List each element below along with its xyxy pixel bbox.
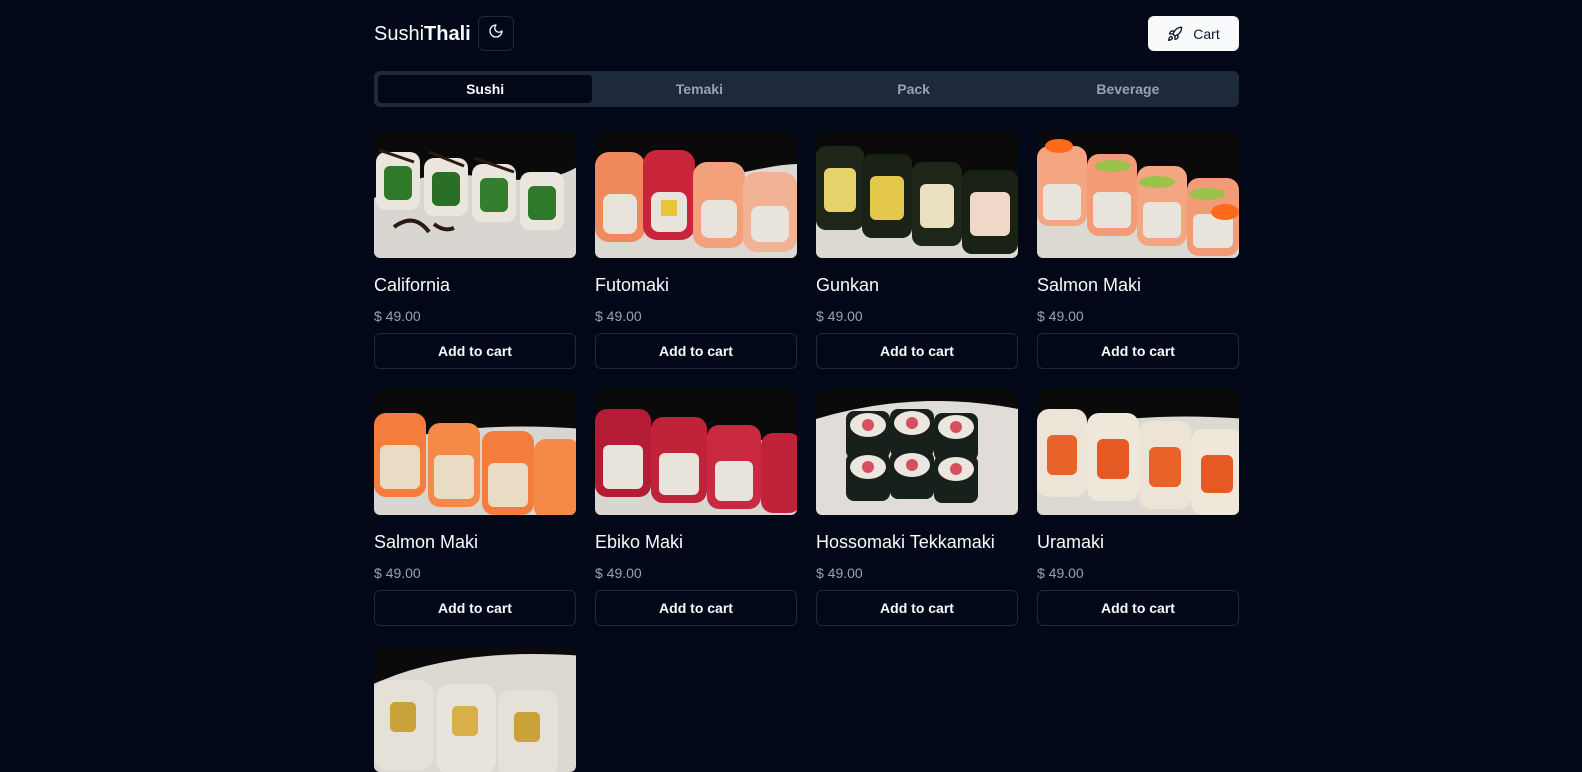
add-to-cart-button[interactable]: Add to cart <box>595 333 797 369</box>
add-to-cart-button[interactable]: Add to cart <box>1037 590 1239 626</box>
product-price: $ 49.00 <box>595 308 642 324</box>
brand-logo[interactable]: SushiThali <box>374 23 471 45</box>
product-name: Ebiko Maki <box>595 532 684 552</box>
product-image-gunkan[interactable] <box>816 132 1018 258</box>
product-card: Futomaki $ 49.00 Add to cart <box>595 132 797 369</box>
moon-icon <box>488 23 504 44</box>
product-image-salmon-maki[interactable] <box>1037 132 1239 258</box>
add-to-cart-button[interactable]: Add to cart <box>816 333 1018 369</box>
header: SushiThali Cart <box>374 16 1239 51</box>
product-card <box>374 646 576 772</box>
product-card: Uramaki $ 49.00 Add to cart <box>1037 389 1239 626</box>
add-to-cart-button[interactable]: Add to cart <box>1037 333 1239 369</box>
product-price: $ 49.00 <box>1037 565 1084 581</box>
product-price: $ 49.00 <box>1037 308 1084 324</box>
product-image-uramaki[interactable] <box>1037 389 1239 515</box>
add-to-cart-button[interactable]: Add to cart <box>374 333 576 369</box>
tab-pack[interactable]: Pack <box>807 75 1021 103</box>
category-tabs: Sushi Temaki Pack Beverage <box>374 71 1239 107</box>
product-price: $ 49.00 <box>374 308 421 324</box>
brand-name-light: Sushi <box>374 23 425 45</box>
product-image-ebiko-maki[interactable] <box>595 389 797 515</box>
product-card: Hossomaki Tekkamaki $ 49.00 Add to cart <box>816 389 1018 626</box>
product-image-partial[interactable] <box>374 646 576 772</box>
product-image-california[interactable] <box>374 132 576 258</box>
product-card: Salmon Maki $ 49.00 Add to cart <box>374 389 576 626</box>
product-price: $ 49.00 <box>374 565 421 581</box>
tab-beverage[interactable]: Beverage <box>1021 75 1235 103</box>
product-name: Gunkan <box>816 275 880 295</box>
product-image-futomaki[interactable] <box>595 132 797 258</box>
cart-button[interactable]: Cart <box>1148 16 1239 51</box>
product-name: Hossomaki Tekkamaki <box>816 532 995 552</box>
product-image-hossomaki-tekkamaki[interactable] <box>816 389 1018 515</box>
brand-name-bold: Thali <box>424 23 471 45</box>
tab-temaki[interactable]: Temaki <box>592 75 806 103</box>
product-name: Futomaki <box>595 275 670 295</box>
product-name: Salmon Maki <box>374 532 479 552</box>
product-image-salmon-maki-2[interactable] <box>374 389 576 515</box>
add-to-cart-button[interactable]: Add to cart <box>374 590 576 626</box>
product-card: California $ 49.00 Add to cart <box>374 132 576 369</box>
product-price: $ 49.00 <box>816 308 863 324</box>
product-name: Salmon Maki <box>1037 275 1142 295</box>
product-name: California <box>374 275 451 295</box>
rocket-icon <box>1167 26 1183 42</box>
cart-label: Cart <box>1193 25 1220 42</box>
add-to-cart-button[interactable]: Add to cart <box>595 590 797 626</box>
theme-toggle-button[interactable] <box>478 16 514 51</box>
product-card: Ebiko Maki $ 49.00 Add to cart <box>595 389 797 626</box>
product-card: Salmon Maki $ 49.00 Add to cart <box>1037 132 1239 369</box>
product-price: $ 49.00 <box>595 565 642 581</box>
product-name: Uramaki <box>1037 532 1105 552</box>
tab-sushi[interactable]: Sushi <box>378 75 593 103</box>
product-price: $ 49.00 <box>816 565 863 581</box>
product-card: Gunkan $ 49.00 Add to cart <box>816 132 1018 369</box>
add-to-cart-button[interactable]: Add to cart <box>816 590 1018 626</box>
